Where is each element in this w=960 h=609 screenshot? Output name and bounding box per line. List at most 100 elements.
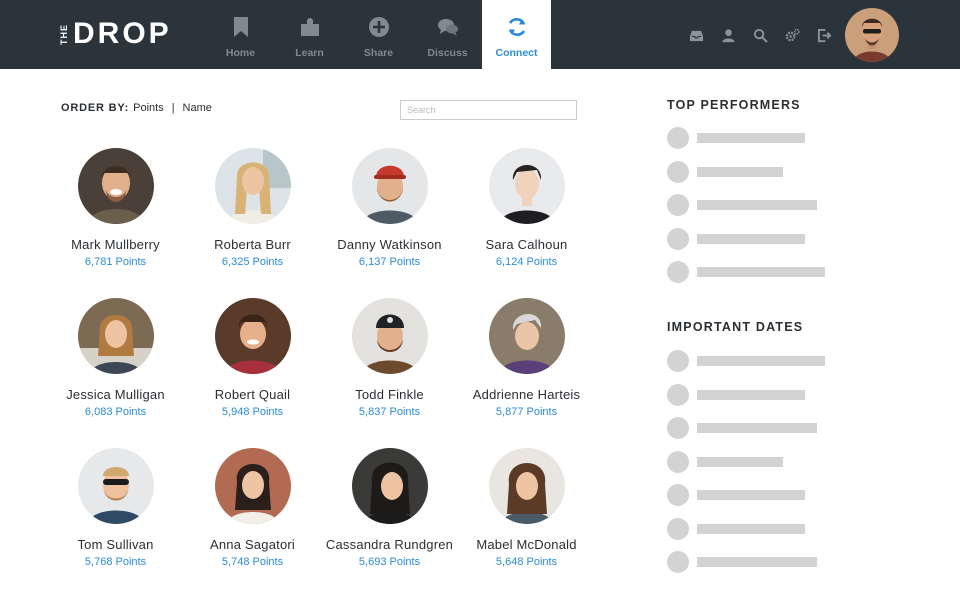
list-item xyxy=(667,417,825,439)
search-input[interactable] xyxy=(400,100,577,120)
inbox-icon[interactable] xyxy=(680,24,712,46)
people-grid: Mark Mullberry 6,781 Points Roberta Burr… xyxy=(48,148,608,598)
search-icon[interactable] xyxy=(744,24,776,46)
avatar xyxy=(214,148,291,224)
placeholder-line xyxy=(697,490,805,500)
list-item xyxy=(667,160,825,183)
nav-item-connect[interactable]: Connect xyxy=(482,0,551,69)
nav-label-home: Home xyxy=(225,47,256,59)
person-name: Mabel McDonald xyxy=(476,537,577,552)
bookmark-icon xyxy=(233,17,248,37)
top-performers-heading: TOP PERFORMERS xyxy=(667,98,801,112)
person-card[interactable]: Sara Calhoun 6,124 Points xyxy=(459,148,594,298)
nav-label-learn: Learn xyxy=(295,47,324,59)
placeholder-line xyxy=(697,557,817,567)
person-points: 5,768 Points xyxy=(84,556,147,568)
person-points: 5,837 Points xyxy=(358,406,421,418)
person-points: 6,781 Points xyxy=(84,256,147,268)
avatar xyxy=(351,148,428,224)
brand-logo-the: THE xyxy=(59,23,69,45)
list-item xyxy=(667,450,825,473)
person-card[interactable]: Jessica Mulligan 6,083 Points xyxy=(48,298,183,448)
person-name: Robert Quail xyxy=(214,387,291,402)
avatar xyxy=(214,298,291,374)
person-card[interactable]: Robert Quail 5,948 Points xyxy=(185,298,320,448)
person-card[interactable]: Addrienne Harteis 5,877 Points xyxy=(459,298,594,448)
placeholder-line xyxy=(697,267,825,277)
avatar xyxy=(488,148,565,224)
placeholder-line xyxy=(697,233,805,244)
placeholder-avatar xyxy=(667,194,689,216)
nav-label-share: Share xyxy=(363,47,394,59)
placeholder-line xyxy=(697,166,783,177)
avatar xyxy=(77,298,154,374)
placeholder-line xyxy=(697,389,805,400)
person-name: Tom Sullivan xyxy=(77,537,154,552)
placeholder-avatar xyxy=(667,551,689,573)
chat-bubbles-icon xyxy=(437,19,458,36)
person-points: 6,137 Points xyxy=(358,256,421,268)
list-item xyxy=(667,383,825,406)
nav-item-discuss[interactable]: Discuss xyxy=(413,0,482,69)
person-card[interactable]: Mark Mullberry 6,781 Points xyxy=(48,148,183,298)
person-name: Danny Watkinson xyxy=(337,237,442,252)
plus-circle-icon xyxy=(368,17,389,37)
logout-icon[interactable] xyxy=(808,24,840,46)
placeholder-avatar xyxy=(667,517,689,540)
avatar xyxy=(351,448,428,524)
main-nav: Home Learn Share Discuss Connect xyxy=(206,0,551,69)
order-option-points[interactable]: Points xyxy=(133,102,164,114)
important-dates-list xyxy=(667,350,825,585)
placeholder-avatar xyxy=(667,227,689,250)
placeholder-line xyxy=(697,356,825,366)
avatar xyxy=(214,448,291,524)
list-item xyxy=(667,127,825,149)
placeholder-avatar xyxy=(667,261,689,283)
person-card[interactable]: Roberta Burr 6,325 Points xyxy=(185,148,320,298)
nav-label-connect: Connect xyxy=(495,47,538,59)
list-item xyxy=(667,551,825,573)
person-points: 5,948 Points xyxy=(221,406,284,418)
brand-logo-name: DROP xyxy=(73,17,172,50)
person-points: 6,124 Points xyxy=(495,256,558,268)
person-card[interactable]: Todd Finkle 5,837 Points xyxy=(322,298,457,448)
avatar xyxy=(77,148,154,224)
placeholder-line xyxy=(697,133,805,143)
person-name: Roberta Burr xyxy=(214,237,291,252)
person-card[interactable]: Cassandra Rundgren 5,693 Points xyxy=(322,448,457,598)
placeholder-line xyxy=(697,423,817,433)
person-card[interactable]: Tom Sullivan 5,768 Points xyxy=(48,448,183,598)
person-points: 5,877 Points xyxy=(495,406,558,418)
placeholder-line xyxy=(697,200,817,210)
person-card[interactable]: Anna Sagatori 5,748 Points xyxy=(185,448,320,598)
nav-item-share[interactable]: Share xyxy=(344,0,413,69)
person-points: 5,748 Points xyxy=(221,556,284,568)
user-icon[interactable] xyxy=(712,24,744,46)
person-name: Anna Sagatori xyxy=(210,537,295,552)
top-navigation-bar: THE DROP Home Learn Share Discuss Connec… xyxy=(0,0,960,69)
utility-icons xyxy=(680,24,840,46)
person-points: 6,083 Points xyxy=(84,406,147,418)
settings-icon[interactable] xyxy=(776,24,808,46)
person-card[interactable]: Mabel McDonald 5,648 Points xyxy=(459,448,594,598)
brand-logo[interactable]: THE DROP xyxy=(59,14,172,54)
placeholder-avatar xyxy=(667,450,689,473)
order-option-name[interactable]: Name xyxy=(183,102,212,114)
person-name: Sara Calhoun xyxy=(485,237,568,252)
person-name: Cassandra Rundgren xyxy=(325,537,454,552)
nav-item-home[interactable]: Home xyxy=(206,0,275,69)
nav-item-learn[interactable]: Learn xyxy=(275,0,344,69)
person-card[interactable]: Danny Watkinson 6,137 Points xyxy=(322,148,457,298)
avatar xyxy=(351,298,428,374)
list-item xyxy=(667,517,825,540)
sync-icon xyxy=(508,18,525,36)
current-user-avatar[interactable] xyxy=(845,8,899,62)
person-points: 5,693 Points xyxy=(358,556,421,568)
placeholder-line xyxy=(697,456,783,467)
order-separator: | xyxy=(171,102,175,114)
person-points: 6,325 Points xyxy=(221,256,284,268)
order-by-label: ORDER BY: xyxy=(61,102,130,114)
list-item xyxy=(667,227,825,250)
person-points: 5,648 Points xyxy=(495,556,558,568)
placeholder-line xyxy=(697,523,805,534)
